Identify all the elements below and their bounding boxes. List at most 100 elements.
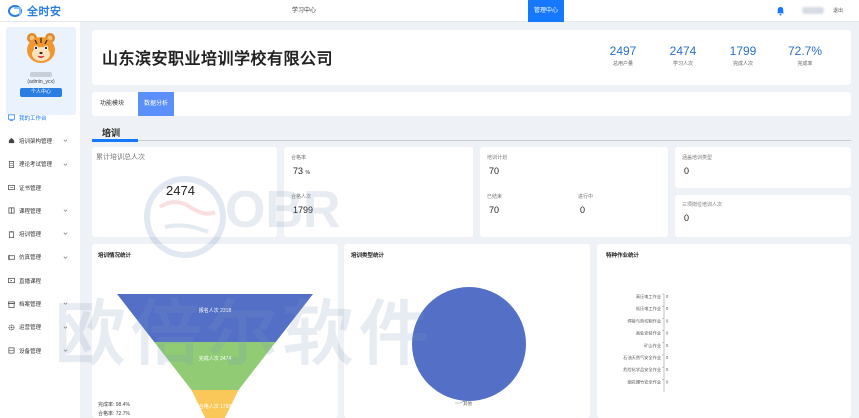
chevron-down-icon [63, 139, 68, 143]
y-tick-label: 焊接与热切割作业 [627, 317, 661, 324]
bar-value-label: 0 [666, 343, 669, 348]
sidebar-item-label: 培训管理 [19, 232, 42, 239]
summary-label: 完成率: [98, 402, 115, 408]
kpi-value: 72.7% [787, 44, 823, 58]
stat-value: 0 [580, 205, 586, 215]
simulation-icon [8, 254, 15, 261]
kpi-value: 2474 [669, 44, 697, 58]
logout-link[interactable]: 退出 [833, 7, 843, 14]
y-tick-label: 高压电工作业 [636, 293, 661, 300]
summary-label: 合格率: [98, 411, 115, 417]
app-logo[interactable]: 全时安 [8, 3, 62, 19]
app-brand: 全时安 [27, 6, 62, 18]
kpi-label: 完成人次 [732, 61, 753, 67]
kpi-study-count: 2474 学习人次 [658, 44, 708, 67]
sidebar-item-device[interactable]: 设备管理 [0, 339, 80, 362]
stat-label: 三项岗位培训人次 [682, 202, 723, 208]
complete-rate-summary: 完成率: 98.4% [98, 401, 130, 408]
chevron-down-icon [63, 209, 68, 212]
sidebar-item-label: 培训架构管理 [19, 138, 53, 145]
sidebar-item-archive[interactable]: 档案管理 [0, 292, 80, 315]
funnel-label: 完成人次 2474 [199, 355, 232, 362]
section-divider [92, 140, 851, 141]
bar-value-label: 0 [666, 331, 669, 336]
special-ops-chart: 高压电工作业 0 低压电工作业 0 焊接与热切割作业 0 高处安装作业 0 矿山作业 0 石油天然气… [623, 293, 669, 392]
clipboard-icon [8, 230, 15, 238]
personal-center-button[interactable]: 个人中心 [20, 88, 62, 97]
chevron-down-icon [63, 349, 68, 352]
stat-card-pass [284, 147, 473, 237]
sidebar-item-simulation[interactable]: 仿真管理 [0, 246, 80, 269]
bar-value-label: 0 [666, 318, 669, 323]
profile-card: (admin_ycx) 个人中心 [6, 27, 76, 115]
company-name: 山东滨安职业培训学校有限公司 [102, 51, 334, 68]
y-tick-label: 低压电工作业 [636, 305, 661, 312]
funnel-label: 报名人次 2318 [199, 307, 232, 314]
funnel-chart: 报名人次 2318 完成人次 2474 合格人次 1799 [117, 294, 313, 418]
funnel-segment [154, 342, 276, 390]
section-title: 培训 [102, 128, 121, 138]
sidebar-item-label: 理论考试管理 [19, 162, 53, 169]
tab-bar: 功能模块 数据分析 [92, 92, 851, 116]
funnel-segment [117, 294, 313, 342]
y-tick-label: 高处安装作业 [636, 330, 661, 337]
user-name-blurred[interactable] [802, 7, 824, 14]
bar-value-label: 0 [666, 355, 669, 360]
stat-label: 已结束 [487, 194, 503, 200]
stat-value: 70 [489, 205, 500, 215]
device-icon [8, 347, 15, 354]
sidebar-item-live[interactable]: 直播课程 [0, 269, 80, 292]
sidebar-item-workbench[interactable]: 我的工作台 [0, 106, 80, 129]
sidebar-item-label: 课程管理 [19, 208, 42, 215]
chevron-down-icon [63, 232, 68, 236]
tab-function-module[interactable]: 功能模块 [94, 92, 130, 116]
avatar [27, 33, 55, 63]
sidebar-item-certificate[interactable]: 证书管理 [0, 176, 80, 199]
kpi-label: 学习人次 [672, 61, 693, 67]
stat-label: 累计培训总人次 [96, 154, 145, 161]
logo-icon [8, 5, 22, 17]
stat-value: 73 % [293, 166, 310, 176]
tab-data-analysis[interactable]: 数据分析 [138, 92, 175, 116]
sidebar: (admin_ycx) 个人中心 我的工作台 培训架构管理 理论考试管理 证书管… [0, 22, 80, 418]
gear-icon [8, 324, 15, 331]
top-bar: 全时安 学习中心 管理中心 退出 [0, 0, 859, 22]
nav-management-center[interactable]: 管理中心 [528, 0, 565, 22]
chevron-down-icon [63, 302, 68, 306]
y-tick-label: 烟花爆竹安全作业 [627, 378, 661, 385]
stat-card-plan [480, 147, 668, 237]
sidebar-item-operations[interactable]: 运营管理 [0, 316, 80, 339]
bar-value-label: 0 [666, 294, 669, 299]
pass-rate-unit: % [305, 170, 310, 176]
stat-value: 0 [684, 166, 690, 176]
certificate-icon [8, 184, 15, 191]
stat-label: 进行中 [578, 194, 594, 200]
archive-icon [8, 301, 15, 308]
bar-value-label: 0 [666, 379, 669, 384]
bell-icon[interactable] [775, 5, 786, 16]
home-icon [8, 138, 15, 144]
stat-label: 合格率 [291, 155, 307, 161]
sidebar-item-training[interactable]: 培训管理 [0, 222, 80, 245]
chevron-down-icon [63, 256, 68, 259]
sidebar-item-training-structure[interactable]: 培训架构管理 [0, 129, 80, 152]
sidebar-item-label: 运营管理 [19, 325, 42, 332]
stat-label: 培训计划 [487, 155, 508, 161]
profile-username: (admin_ycx) [27, 79, 55, 85]
kpi-value: 1799 [729, 44, 757, 58]
chevron-down-icon [63, 163, 68, 166]
summary-value: 98.4% [115, 402, 130, 408]
kpi-label: 完成率 [797, 61, 813, 67]
y-tick-label: 矿山作业 [644, 342, 661, 349]
sidebar-item-course[interactable]: 课程管理 [0, 199, 80, 222]
live-icon [8, 278, 15, 284]
stat-value: 70 [489, 166, 500, 176]
kpi-total-users: 2497 总用户量 [598, 44, 648, 67]
nav-learning-center[interactable]: 学习中心 [286, 0, 322, 22]
stat-value: 1799 [293, 205, 314, 215]
pass-rate-value: 73 [293, 166, 304, 176]
funnel-label: 合格人次 1799 [199, 403, 232, 410]
sidebar-item-exam[interactable]: 理论考试管理 [0, 153, 80, 176]
chevron-down-icon [63, 326, 68, 329]
kpi-value: 2497 [609, 44, 637, 58]
